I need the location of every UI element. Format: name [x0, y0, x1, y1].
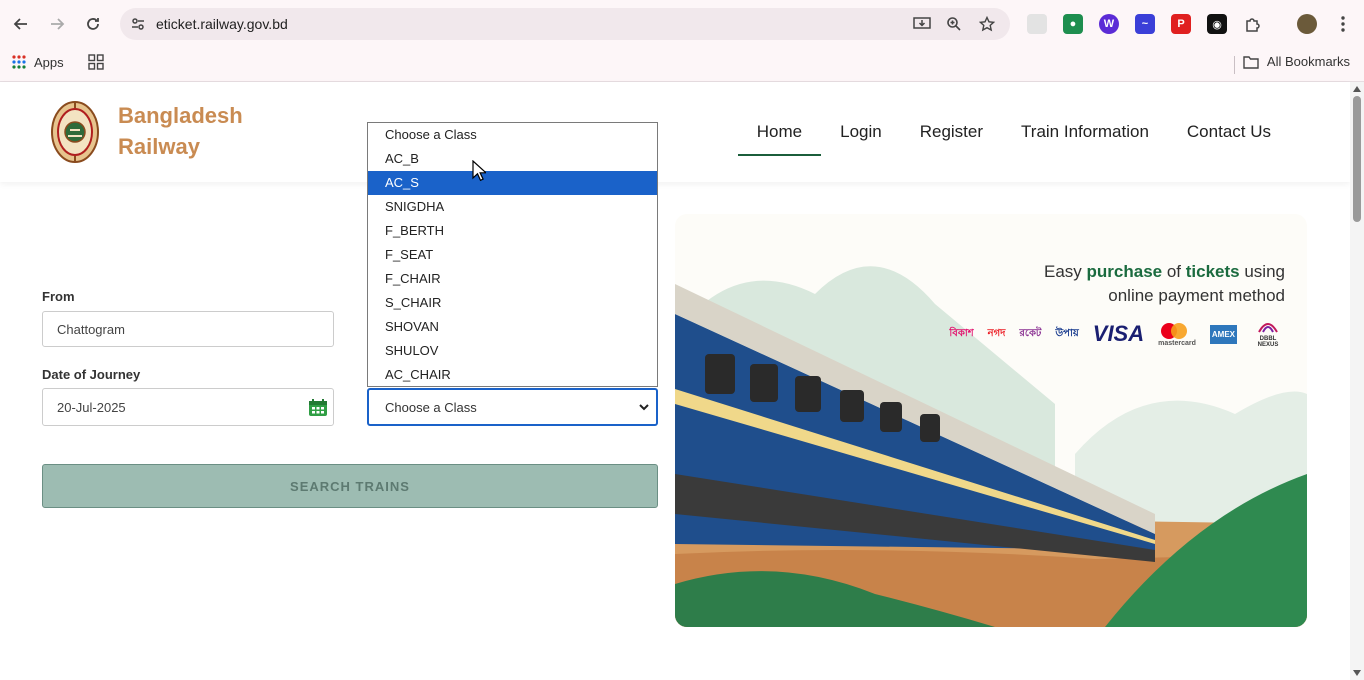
nav-home[interactable]: Home	[737, 116, 822, 156]
reload-icon[interactable]	[81, 12, 105, 36]
class-option[interactable]: S_CHAIR	[368, 291, 657, 315]
date-value: 20-Jul-2025	[57, 399, 126, 415]
class-option[interactable]: Choose a Class	[368, 123, 657, 147]
class-option[interactable]: SNIGDHA	[368, 195, 657, 219]
class-option[interactable]: SHULOV	[368, 339, 657, 363]
calendar-icon[interactable]	[308, 398, 328, 417]
extension-pdf-icon[interactable]: P	[1171, 14, 1191, 34]
amex-logo: AMEX	[1209, 324, 1237, 344]
from-input[interactable]: Chattogram	[42, 311, 334, 347]
date-label: Date of Journey	[42, 367, 141, 382]
class-options-list: Choose a Class AC_B AC_S SNIGDHA F_BERTH…	[367, 122, 658, 387]
nav-login[interactable]: Login	[821, 116, 901, 156]
mouse-cursor-icon	[472, 160, 486, 182]
tagline: Easy purchase of tickets using online pa…	[1044, 260, 1285, 308]
extensions-puzzle-icon[interactable]	[1243, 14, 1263, 34]
apps-label: Apps	[34, 54, 64, 70]
site-header: Bangladesh Railway Home Login Register T…	[0, 82, 1350, 182]
brand-name[interactable]: Bangladesh Railway	[118, 100, 243, 162]
all-bookmarks-button[interactable]: All Bookmarks	[1243, 54, 1350, 69]
class-option[interactable]: F_BERTH	[368, 219, 657, 243]
tagline-line-2: online payment method	[1108, 286, 1285, 305]
hero-banner: Easy purchase of tickets using online pa…	[675, 214, 1307, 627]
railway-emblem-logo[interactable]	[50, 100, 100, 164]
tagline-tickets: tickets	[1185, 262, 1240, 281]
apps-grid-icon	[12, 55, 26, 69]
chevron-down-icon	[639, 404, 649, 411]
menu-kebab-icon[interactable]	[1333, 14, 1353, 34]
browser-toolbar: eticket.railway.gov.bd ● W ~ P ◉	[0, 0, 1364, 48]
install-app-icon[interactable]	[912, 14, 932, 34]
rocket-logo: রকেট	[1019, 327, 1042, 339]
class-option[interactable]: AC_B	[368, 147, 657, 171]
bookmarks-divider	[1234, 56, 1235, 74]
bkash-logo: বিকাশ	[949, 327, 974, 339]
payment-logos: বিকাশ নগদ রকেট উপায় VISA mastercard AME…	[949, 320, 1285, 348]
visa-logo: VISA	[1092, 321, 1145, 346]
brand-line-2: Railway	[118, 134, 200, 159]
tagline-text: using	[1239, 262, 1285, 281]
apps-shortcut[interactable]: Apps	[12, 54, 104, 70]
class-select-value: Choose a Class	[385, 399, 477, 415]
nav-train-information[interactable]: Train Information	[1002, 116, 1168, 156]
class-option-highlighted[interactable]: AC_S	[368, 171, 657, 195]
extension-wave-icon[interactable]: ~	[1135, 14, 1155, 34]
class-option[interactable]: SHOVAN	[368, 315, 657, 339]
address-bar[interactable]: eticket.railway.gov.bd	[120, 8, 1010, 40]
class-option[interactable]: AC_CHAIR	[368, 363, 657, 386]
profile-avatar[interactable]	[1297, 14, 1317, 34]
scroll-down-arrow-icon[interactable]	[1353, 670, 1361, 676]
all-bookmarks-label: All Bookmarks	[1266, 54, 1350, 69]
tagline-purchase: purchase	[1086, 262, 1163, 281]
from-label: From	[42, 289, 75, 304]
back-icon[interactable]	[9, 12, 33, 36]
mastercard-logo: mastercard	[1158, 322, 1196, 347]
bookmarks-bar: Apps All Bookmarks	[0, 48, 1364, 82]
page-scrollbar[interactable]	[1350, 82, 1364, 680]
dbbl-nexus-logo: DBBL NEXUS	[1251, 320, 1285, 348]
extension-camera-icon[interactable]: ◉	[1207, 14, 1227, 34]
nav-register[interactable]: Register	[901, 116, 1002, 156]
class-select[interactable]: Choose a Class	[367, 388, 658, 426]
main-nav: Home Login Register Train Information Co…	[737, 116, 1290, 156]
upay-logo: উপায়	[1055, 327, 1079, 339]
scroll-up-arrow-icon[interactable]	[1353, 86, 1361, 92]
nagad-logo: নগদ	[987, 327, 1006, 339]
search-trains-button[interactable]: SEARCH TRAINS	[42, 464, 658, 508]
tagline-text: of	[1162, 262, 1186, 281]
mastercard-label: mastercard	[1158, 339, 1196, 347]
extension-w-icon[interactable]: W	[1099, 14, 1119, 34]
extension-record-icon[interactable]: ●	[1063, 14, 1083, 34]
scrollbar-thumb[interactable]	[1353, 96, 1361, 222]
brand-line-1: Bangladesh	[118, 103, 243, 128]
forward-icon[interactable]	[45, 12, 69, 36]
nav-contact-us[interactable]: Contact Us	[1168, 116, 1290, 156]
zoom-icon[interactable]	[944, 14, 964, 34]
date-input[interactable]: 20-Jul-2025	[42, 388, 334, 426]
site-info-icon[interactable]	[128, 14, 148, 34]
folder-icon	[1243, 55, 1259, 69]
tab-groups-icon[interactable]	[87, 54, 104, 70]
web-page: Bangladesh Railway Home Login Register T…	[0, 82, 1350, 680]
tagline-text: Easy	[1044, 262, 1087, 281]
dbbl-nexus-label: DBBL NEXUS	[1257, 336, 1279, 348]
class-option[interactable]: F_SEAT	[368, 243, 657, 267]
class-option[interactable]: F_CHAIR	[368, 267, 657, 291]
extension-grid-icon[interactable]	[1027, 14, 1047, 34]
url-text[interactable]: eticket.railway.gov.bd	[156, 16, 288, 32]
bookmark-star-icon[interactable]	[977, 14, 997, 34]
